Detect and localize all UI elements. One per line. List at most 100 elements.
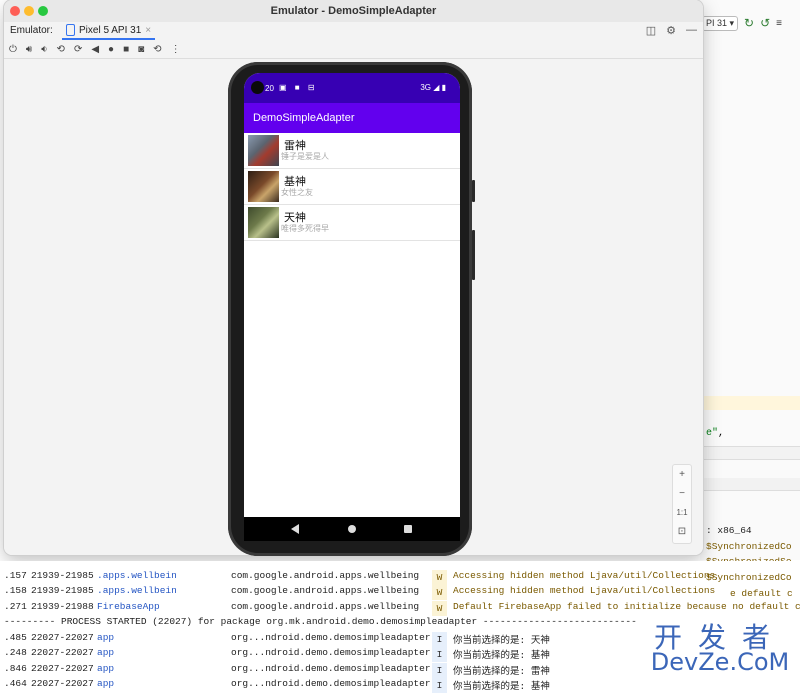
log-tag: .apps.wellbein — [97, 570, 177, 581]
log-pid: 22027-22027 — [31, 663, 94, 674]
log-pid: 22027-22027 — [31, 632, 94, 643]
hide-icon[interactable]: — — [686, 24, 697, 37]
log-time: .271 — [4, 601, 27, 612]
signal-battery-icons: 3G ◢ ▮ — [420, 83, 446, 92]
zoom-out-button[interactable]: − — [673, 484, 691, 503]
device-selector[interactable]: PI 31 ▾ — [702, 15, 739, 31]
log-level: I — [432, 678, 447, 693]
rotate-left-icon[interactable]: ⟲ — [57, 44, 65, 55]
log-time: .846 — [4, 663, 27, 674]
log-pid: 22027-22027 — [31, 647, 94, 658]
log-row[interactable]: .158 21939-21985 .apps.wellbein com.goog… — [0, 585, 800, 600]
window-title: Emulator - DemoSimpleAdapter — [270, 5, 437, 17]
log-package: org...ndroid.demo.demosimpleadapter — [231, 647, 431, 658]
logcat-header-strip — [700, 478, 800, 491]
abi-text: : x86_64 — [706, 525, 752, 536]
log-message: 你当前选择的是: 雷神 — [453, 666, 550, 677]
nav-home-icon[interactable] — [348, 525, 356, 533]
ide-run-toolbar: PI 31 ▾ ↻ ↺ ≡ — [700, 10, 800, 36]
app-bar: DemoSimpleAdapter — [244, 103, 460, 133]
phone-screen: 20 ▣ ■ ⊟ 3G ◢ ▮ DemoSimpleAdapter 雷神 锤子是… — [244, 73, 460, 517]
log-pid: 21939-21985 — [31, 585, 94, 596]
emulator-tabbar: Emulator: Pixel 5 API 31 × ◫ ⚙ — — [4, 22, 703, 40]
log-banner-text: --------- PROCESS STARTED (22027) for pa… — [4, 616, 637, 627]
list-item[interactable]: 基神 女性之友 — [244, 169, 460, 205]
nav-recents-icon[interactable] — [404, 525, 412, 533]
camera-icon[interactable]: ◙ — [138, 44, 144, 55]
app-title: DemoSimpleAdapter — [253, 112, 355, 124]
log-time: .157 — [4, 570, 27, 581]
log-row[interactable]: .271 21939-21988 FirebaseApp com.google.… — [0, 601, 800, 616]
log-package: com.google.android.apps.wellbeing — [231, 601, 420, 612]
tab-label: Pixel 5 API 31 — [79, 24, 142, 36]
log-tag: app — [97, 663, 115, 674]
item-desc: 唯得多死得早 — [281, 224, 329, 233]
volume-down-icon[interactable]: 🔉︎ — [41, 44, 47, 55]
snapshot-icon[interactable]: ⟲ — [153, 44, 161, 55]
list-item[interactable]: 天神 唯得多死得早 — [244, 205, 460, 241]
phone-icon — [66, 24, 75, 36]
log-row[interactable]: .157 21939-21985 .apps.wellbein com.goog… — [0, 570, 800, 585]
log-level: I — [432, 663, 447, 678]
log-message: 你当前选择的是: 天神 — [453, 635, 550, 646]
volume-up-icon[interactable]: 🔊︎ — [26, 44, 32, 55]
item-thumbnail — [248, 135, 279, 166]
notification-icons: ▣ ■ ⊟ — [279, 83, 318, 92]
log-time: .248 — [4, 647, 27, 658]
zoom-actual-button[interactable]: 1:1 — [673, 503, 691, 522]
nav-back-icon[interactable] — [291, 524, 299, 534]
editor-splitter[interactable] — [700, 446, 800, 460]
log-package: com.google.android.apps.wellbeing — [231, 585, 420, 596]
zoom-in-button[interactable]: + — [673, 465, 691, 484]
editor-line-highlight — [700, 396, 800, 410]
log-tag: app — [97, 647, 115, 658]
apply-changes-icon[interactable]: ↻ — [744, 16, 754, 30]
ide-editor-background — [700, 0, 800, 560]
watermark: 开发者 DevZe.CoM — [640, 616, 800, 684]
log-message: Accessing hidden method Ljava/util/Colle… — [453, 570, 716, 581]
log-tag: FirebaseApp — [97, 601, 160, 612]
log-tag: .apps.wellbein — [97, 585, 177, 596]
tab-actions: ◫ ⚙ — — [646, 24, 697, 37]
menu-icon[interactable]: ≡ — [776, 18, 782, 29]
overview-icon[interactable]: ■ — [123, 44, 129, 55]
log-level: W — [432, 585, 447, 600]
log-level: W — [432, 601, 447, 616]
log-pid: 21939-21988 — [31, 601, 94, 612]
log-continuation: $SynchronizedCo — [706, 541, 792, 552]
home-icon[interactable]: ● — [108, 44, 114, 55]
phone-side-button-power[interactable] — [472, 180, 475, 202]
watermark-en: DevZe.CoM — [650, 648, 790, 676]
log-package: org...ndroid.demo.demosimpleadapter — [231, 663, 431, 674]
status-time: 20 — [265, 84, 274, 93]
log-time: .485 — [4, 632, 27, 643]
power-icon[interactable]: ⏻ — [9, 44, 17, 55]
log-level: W — [432, 570, 447, 585]
tab-prefix-label: Emulator: — [10, 25, 53, 36]
android-status-bar: 20 ▣ ■ ⊟ 3G ◢ ▮ — [244, 73, 460, 103]
item-desc: 女性之友 — [281, 188, 313, 197]
log-level: I — [432, 647, 447, 662]
window-titlebar[interactable]: Emulator - DemoSimpleAdapter — [4, 0, 703, 23]
rotate-right-icon[interactable]: ⟳ — [74, 44, 82, 55]
phone-side-button-volume[interactable] — [472, 230, 475, 280]
log-message: Accessing hidden method Ljava/util/Colle… — [453, 585, 716, 596]
apply-code-changes-icon[interactable]: ↺ — [760, 16, 770, 30]
gear-icon[interactable]: ⚙ — [666, 24, 676, 37]
list-item[interactable]: 雷神 锤子是爱是人 — [244, 133, 460, 169]
back-icon[interactable]: ◀ — [91, 44, 99, 55]
log-message: Default FirebaseApp failed to initialize… — [453, 601, 800, 612]
log-time: .158 — [4, 585, 27, 596]
zoom-fit-button[interactable]: ⊡ — [673, 522, 691, 541]
layout-icon[interactable]: ◫ — [646, 24, 656, 37]
code-rest: , — [718, 428, 725, 439]
log-level: I — [432, 632, 447, 647]
log-continuation: e default c — [730, 588, 793, 599]
tab-close-icon[interactable]: × — [145, 25, 151, 36]
zoom-controls: + − 1:1 ⊡ — [672, 464, 692, 544]
log-pid: 21939-21985 — [31, 570, 94, 581]
tab-pixel5-api31[interactable]: Pixel 5 API 31 × — [62, 22, 156, 40]
item-thumbnail — [248, 171, 279, 202]
more-icon[interactable]: ⋮ — [171, 44, 181, 55]
log-package: org...ndroid.demo.demosimpleadapter — [231, 632, 431, 643]
